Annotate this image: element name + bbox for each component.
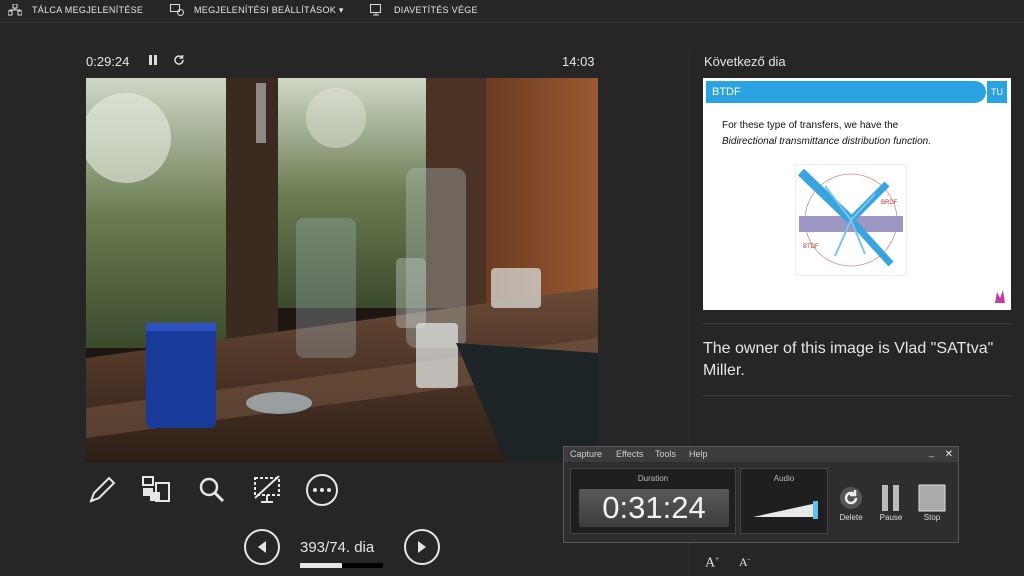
magnifier-icon [199,477,225,503]
notes-separator [703,395,1011,396]
thumb-title-bar: BTDF [706,81,986,103]
thumb-badge: TU [987,81,1007,103]
pause-button[interactable]: Pause [873,483,909,522]
pause-label: Pause [879,513,903,522]
capture-menu-help[interactable]: Help [689,449,708,459]
slide-progress-fill [300,563,342,568]
pause-timer-button[interactable] [148,54,158,69]
slides-grid-icon [142,476,170,502]
reset-timer-button[interactable] [173,54,185,69]
pen-tool-button[interactable] [84,472,120,508]
end-show-label: DIAVETÍTÉS VÉGE [394,5,478,15]
end-show-icon [370,4,381,16]
decrease-font-button[interactable]: A- [739,555,750,570]
speaker-notes[interactable]: The owner of this image is Vlad "SATtva"… [703,338,1003,382]
show-taskbar-button[interactable]: TÁLCA MEGJELENÍTÉSE [8,2,143,18]
screen-off-icon [254,475,280,503]
display-settings-button[interactable]: MEGJELENÍTÉSI BEÁLLÍTÁSOK ▾ [170,2,344,18]
pause-recording-icon [882,485,899,511]
previous-slide-button[interactable] [244,529,280,565]
delete-icon [840,487,862,509]
black-screen-button[interactable] [249,472,285,508]
next-icon [418,541,426,553]
presenter-toolbar: TÁLCA MEGJELENÍTÉSE MEGJELENÍTÉSI BEÁLLÍ… [0,0,1024,23]
thumb-badge-text: TU [991,87,1003,97]
delete-label: Delete [839,513,863,522]
minimize-icon[interactable]: _ [929,447,934,457]
delete-button[interactable]: Delete [833,483,869,522]
display-settings-label: MEGJELENÍTÉSI BEÁLLÍTÁSOK ▾ [194,4,344,15]
capture-menu-capture[interactable]: Capture [570,449,602,459]
reset-icon [174,55,184,65]
stop-button[interactable]: Stop [914,483,950,522]
capture-menu-tools[interactable]: Tools [655,449,676,459]
capture-panel: Capture Effects Tools Help _ ✕ Duration … [563,446,959,543]
thumb-title: BTDF [712,86,741,98]
next-slide-label: Következő dia [704,54,786,69]
decrease-font-label: A [739,555,748,569]
capture-menu-effects[interactable]: Effects [616,449,643,459]
btdf-diagram: BRDF BTDF [795,164,907,276]
thumb-body-line1: For these type of transfers, we have the [722,120,899,131]
diagram-label-btdf: BTDF [803,244,819,250]
previous-icon [258,541,266,553]
display-settings-icon [170,4,184,16]
stop-label: Stop [923,513,941,522]
show-taskbar-label: TÁLCA MEGJELENÍTÉSE [32,5,144,15]
duration-label: Duration [637,474,669,483]
slide-progress-bar [300,563,383,568]
duration-box: Duration 0:31:24 [570,468,736,534]
diagram-label-brdf: BRDF [881,200,898,206]
increase-font-label: A [705,555,716,571]
capture-menu-bar: Capture Effects Tools Help _ ✕ [564,447,958,462]
slide-counter: 393/74. dia [300,539,375,556]
stop-icon [918,484,946,512]
audio-level-meter[interactable] [751,497,821,523]
next-slide-thumbnail[interactable]: BTDF TU For these type of transfers, we … [703,78,1011,310]
more-icon [306,474,338,506]
slide-photo [86,78,598,462]
thumbnail-separator [703,323,1011,324]
zoom-button[interactable] [194,472,230,508]
audio-box: Audio [740,468,828,534]
see-all-slides-button[interactable] [138,472,174,508]
end-show-button[interactable]: DIAVETÍTÉS VÉGE [370,2,478,18]
pen-icon [89,476,116,503]
pause-icon [149,55,157,65]
clock: 14:03 [562,54,595,69]
thumb-body-line2: Bidirectional transmittance distribution… [722,136,931,147]
more-options-button[interactable] [304,472,340,508]
close-icon[interactable]: ✕ [945,449,953,460]
next-slide-button[interactable] [404,529,440,565]
audio-label: Audio [773,474,795,483]
elapsed-timer: 0:29:24 [86,54,130,69]
thumb-logo-icon [995,290,1005,303]
duration-value: 0:31:24 [579,489,729,527]
increase-font-button[interactable]: A+ [705,555,719,572]
taskbar-icon [8,4,22,16]
current-slide[interactable] [86,78,598,462]
